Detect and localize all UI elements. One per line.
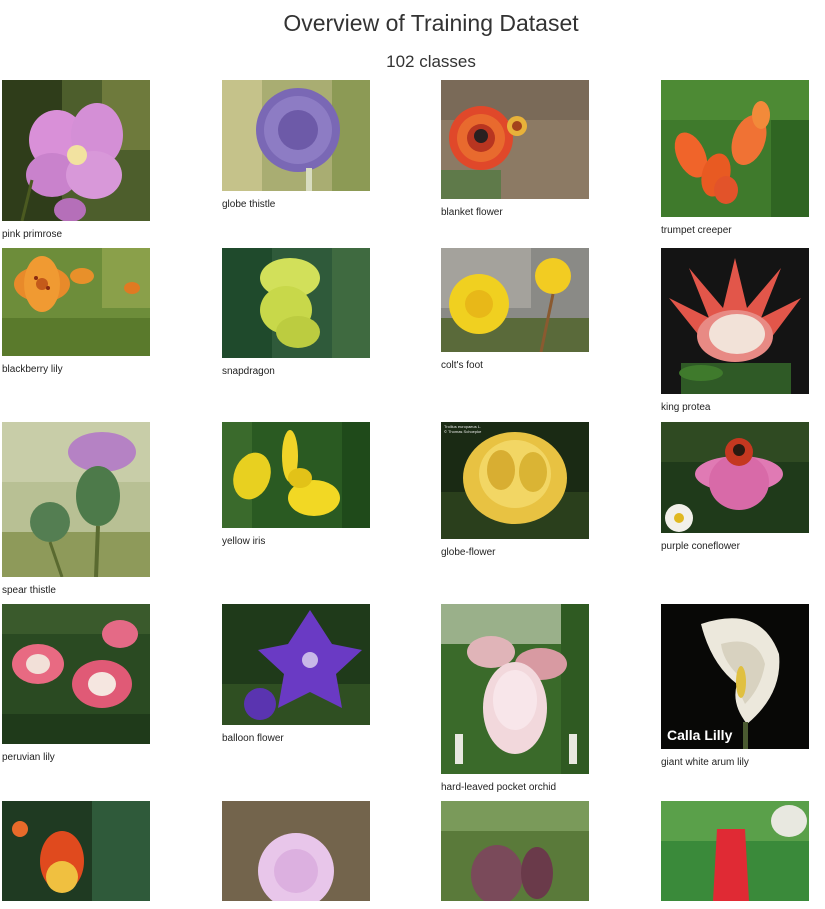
flower-card-row5-4 <box>661 801 809 909</box>
flower-label: blanket flower <box>441 207 503 218</box>
flower-label: snapdragon <box>222 366 275 377</box>
flower-label: trumpet creeper <box>661 225 732 236</box>
photo-caption-overlay: Calla Lilly <box>667 727 733 743</box>
spear-thistle-photo <box>2 422 150 577</box>
flower-label: yellow iris <box>222 536 266 547</box>
flower-label: peruvian lily <box>2 752 55 763</box>
peruvian-lily-photo <box>2 604 150 744</box>
flower-card-row5-3 <box>441 801 589 909</box>
flower-label: pink primrose <box>2 229 63 240</box>
flower-card-pink-primrose: pink primrose <box>2 80 150 240</box>
flower-card-row5-1 <box>2 801 150 909</box>
flower-label: giant white arum lily <box>661 757 749 768</box>
flower-card-peruvian-lily: peruvian lily <box>2 604 150 763</box>
flower-card-balloon-flower: balloon flower <box>222 604 370 744</box>
flower-label: hard-leaved pocket orchid <box>441 782 557 793</box>
scabious-photo <box>222 801 370 901</box>
king-protea-photo <box>661 248 809 394</box>
flower-card-giant-white-arum-lily: Calla Lilly giant white arum lily <box>661 604 809 768</box>
yellow-iris-photo <box>222 422 370 528</box>
flower-label: purple coneflower <box>661 541 740 552</box>
hard-leaved-pocket-orchid-photo <box>441 604 589 774</box>
flower-card-colts-foot: colt's foot <box>441 248 589 371</box>
globe-flower-photo: Trollius europaeus L. © Thomas Schoepke <box>441 422 589 539</box>
flower-card-purple-coneflower: purple coneflower <box>661 422 809 552</box>
ginger-photo <box>661 801 809 901</box>
flower-card-king-protea: king protea <box>661 248 809 413</box>
flower-label: globe thistle <box>222 199 276 210</box>
giant-white-arum-lily-photo: Calla Lilly <box>661 604 809 749</box>
page-subtitle: 102 classes <box>386 52 476 71</box>
blackberry-lily-photo <box>2 248 150 356</box>
flame-lily-photo <box>2 801 150 901</box>
flower-card-hard-leaved-pocket-orchid: hard-leaved pocket orchid <box>441 604 589 793</box>
flower-label: colt's foot <box>441 360 483 371</box>
page-title: Overview of Training Dataset <box>283 10 579 36</box>
flower-label: globe-flower <box>441 547 496 558</box>
snapdragon-photo <box>222 248 370 358</box>
fritillary-photo <box>441 801 589 901</box>
flower-label: king protea <box>661 402 711 413</box>
balloon-flower-photo <box>222 604 370 725</box>
flower-card-row5-2 <box>222 801 370 909</box>
flower-card-snapdragon: snapdragon <box>222 248 370 377</box>
flower-label: blackberry lily <box>2 364 63 375</box>
flower-card-spear-thistle: spear thistle <box>2 422 150 596</box>
purple-coneflower-photo <box>661 422 809 533</box>
pink-primrose-photo <box>2 80 150 221</box>
flower-card-globe-thistle: globe thistle <box>222 80 370 210</box>
globe-thistle-photo <box>222 80 370 191</box>
blanket-flower-photo <box>441 80 589 199</box>
trumpet-creeper-photo <box>661 80 809 217</box>
flower-card-trumpet-creeper: trumpet creeper <box>661 80 809 236</box>
flower-card-globe-flower: Trollius europaeus L. © Thomas Schoepke … <box>441 422 589 558</box>
flower-card-yellow-iris: yellow iris <box>222 422 370 547</box>
flower-card-blackberry-lily: blackberry lily <box>2 248 150 375</box>
flower-label: spear thistle <box>2 585 56 596</box>
colts-foot-photo <box>441 248 589 352</box>
flower-card-blanket-flower: blanket flower <box>441 80 589 218</box>
flower-label: balloon flower <box>222 733 284 744</box>
photo-watermark: Trollius europaeus L. © Thomas Schoepke <box>444 424 482 434</box>
